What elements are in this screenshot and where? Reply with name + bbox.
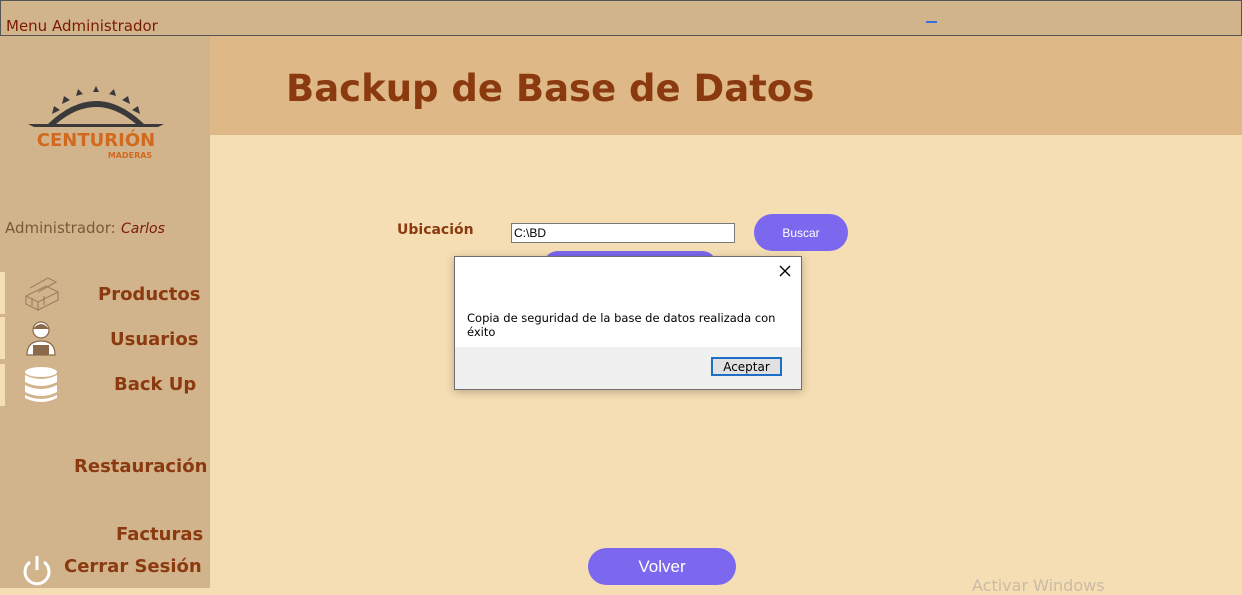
admin-label: Administrador: xyxy=(5,219,116,237)
nav-label-productos: Productos xyxy=(98,284,201,305)
windows-watermark: Activar Windows xyxy=(972,576,1105,595)
nav-label-usuarios: Usuarios xyxy=(110,329,199,350)
page-header: Backup de Base de Datos xyxy=(210,36,1242,135)
admin-name: Carlos xyxy=(121,221,165,237)
sidebar-item-backup[interactable]: Back Up xyxy=(0,364,210,406)
nav-cerrar-sesion[interactable]: Cerrar Sesión xyxy=(64,556,202,577)
dialog-message: Copia de seguridad de la base de datos r… xyxy=(467,311,776,339)
nav-indicator xyxy=(0,317,5,359)
close-icon[interactable] xyxy=(775,263,795,281)
minimize-icon[interactable] xyxy=(925,9,939,23)
back-button[interactable]: Volver xyxy=(588,548,736,585)
location-input[interactable] xyxy=(511,223,735,243)
dialog-footer: Aceptar xyxy=(455,347,801,389)
lumber-icon xyxy=(24,277,60,311)
user-icon xyxy=(26,321,56,356)
nav-indicator xyxy=(0,272,5,314)
sidebar-item-usuarios[interactable]: Usuarios xyxy=(0,317,210,359)
browse-button[interactable]: Buscar xyxy=(754,214,848,251)
message-dialog: Copia de seguridad de la base de datos r… xyxy=(454,256,802,390)
nav-label-backup: Back Up xyxy=(114,374,197,395)
power-icon[interactable] xyxy=(20,554,54,588)
location-label: Ubicación xyxy=(397,222,474,238)
nav-indicator xyxy=(0,364,5,406)
svg-text:MADERAS: MADERAS xyxy=(108,151,153,160)
nav-facturas[interactable]: Facturas xyxy=(116,524,203,545)
svg-text:CENTURIÓN: CENTURIÓN xyxy=(37,129,155,151)
window-title: Menu Administrador xyxy=(6,17,158,35)
sidebar: CENTURIÓN MADERAS Administrador: Carlos … xyxy=(0,36,210,588)
ok-button[interactable]: Aceptar xyxy=(711,357,782,376)
centurion-logo: CENTURIÓN MADERAS xyxy=(28,86,164,160)
page-title: Backup de Base de Datos xyxy=(286,67,815,110)
nav-restauracion[interactable]: Restauración xyxy=(74,456,207,477)
database-icon xyxy=(25,367,57,402)
sidebar-item-productos[interactable]: Productos xyxy=(0,272,210,314)
title-bar: Menu Administrador xyxy=(0,0,1242,36)
